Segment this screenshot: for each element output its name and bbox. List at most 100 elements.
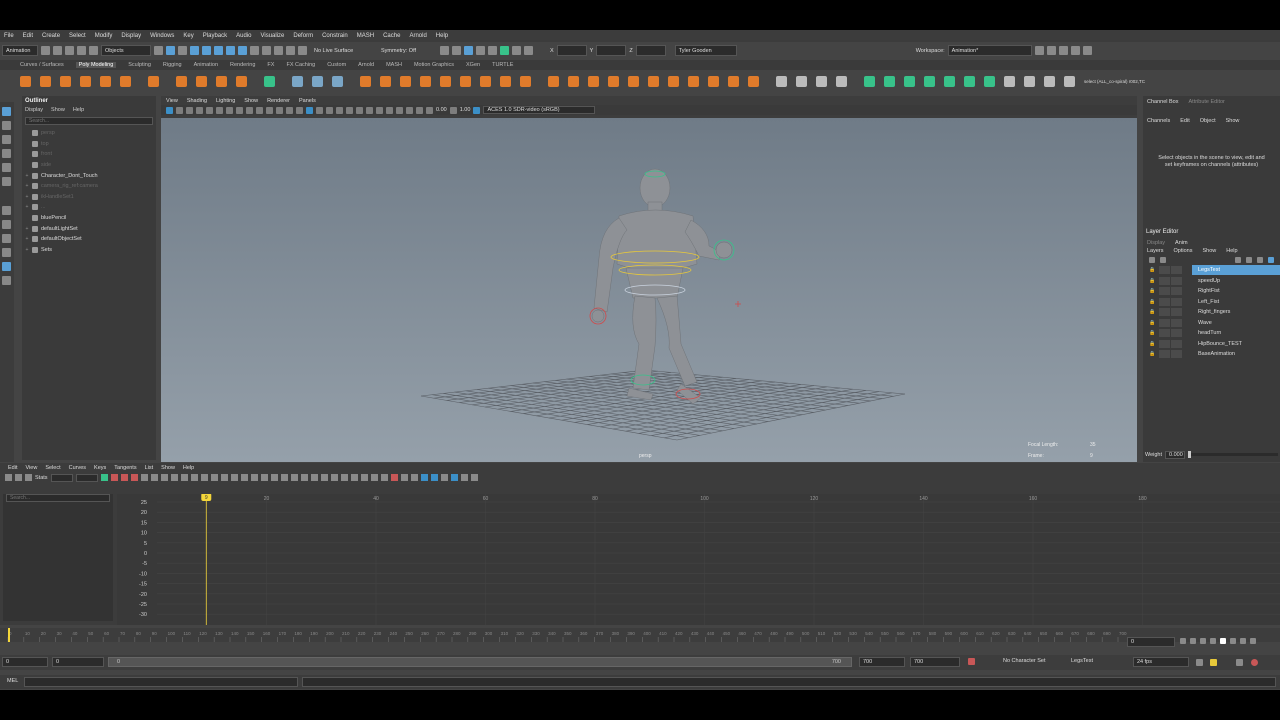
expand-toggle[interactable]: +: [22, 183, 32, 189]
stats-field[interactable]: [75, 473, 98, 482]
crease-icon[interactable]: [648, 75, 659, 87]
mute-toggle[interactable]: [1171, 350, 1182, 359]
menu-display[interactable]: Display: [121, 33, 141, 39]
scale-tool-icon[interactable]: [2, 177, 11, 186]
tangent-auto-icon[interactable]: [140, 474, 148, 481]
menu-help[interactable]: Help: [436, 33, 448, 39]
graph-editor-search-input[interactable]: Search...: [6, 494, 110, 502]
tab-attribute-editor[interactable]: Attribute Editor: [1189, 99, 1225, 105]
mute-toggle[interactable]: [1171, 297, 1182, 306]
history-icon[interactable]: [440, 46, 449, 55]
shadows-icon[interactable]: [346, 106, 353, 114]
go-to-start-icon[interactable]: [1180, 638, 1186, 644]
tangent-step-icon[interactable]: [190, 474, 198, 481]
custom-shelf-icon[interactable]: [904, 75, 915, 87]
outliner-item[interactable]: +...: [22, 202, 156, 213]
smooth-shade-icon[interactable]: [306, 106, 313, 114]
move-key-icon[interactable]: [5, 474, 12, 481]
solo-toggle[interactable]: [1159, 266, 1170, 275]
graph-menu-list[interactable]: List: [145, 465, 154, 471]
poly-plane-icon[interactable]: [100, 75, 111, 87]
script-shelf-icon[interactable]: [1044, 75, 1055, 87]
mute-toggle[interactable]: [1171, 287, 1182, 296]
custom-shelf-icon[interactable]: [944, 75, 955, 87]
ambient-occlusion-icon[interactable]: [356, 106, 363, 114]
target-weld-icon[interactable]: [548, 75, 559, 87]
weighted-tangent-icon[interactable]: [250, 474, 258, 481]
selection-mask-icon[interactable]: [226, 46, 235, 55]
lock-icon[interactable]: 🔒: [1149, 351, 1155, 357]
shelf-tab[interactable]: XGen: [466, 62, 480, 68]
record-icon[interactable]: [1251, 659, 1258, 666]
expand-toggle[interactable]: +: [22, 204, 32, 210]
safe-title-icon[interactable]: [286, 106, 293, 114]
curve-ops-icon[interactable]: [280, 474, 288, 481]
graph-menu-keys[interactable]: Keys: [94, 465, 106, 471]
solo-toggle[interactable]: [1159, 339, 1170, 348]
anim-layer-row[interactable]: 🔒 BaseAnimation: [1143, 349, 1280, 360]
new-scene-icon[interactable]: [41, 46, 50, 55]
graph-menu-edit[interactable]: Edit: [8, 465, 17, 471]
undo-icon[interactable]: [77, 46, 86, 55]
lock-icon[interactable]: 🔒: [1149, 267, 1155, 273]
outliner-menu-item[interactable]: Show: [51, 107, 65, 113]
anim-layer-row[interactable]: 🔒 Left_Fist: [1143, 297, 1280, 308]
poly-disc-icon[interactable]: [148, 75, 159, 87]
bookmark-icon[interactable]: [186, 106, 193, 114]
free-tangent-icon[interactable]: [230, 474, 238, 481]
edge-flow-icon[interactable]: [608, 75, 619, 87]
textured-icon[interactable]: [326, 106, 333, 114]
curve-ops-icon[interactable]: [440, 474, 448, 481]
insert-key-icon[interactable]: [15, 474, 22, 481]
shelf-tab[interactable]: Poly Modeling: [75, 62, 117, 68]
paint-select-icon[interactable]: [2, 135, 11, 144]
layout-outliner-icon[interactable]: [2, 262, 11, 271]
expand-toggle[interactable]: +: [22, 194, 32, 200]
frame-all-icon[interactable]: [100, 474, 108, 481]
buffer-curve-icon[interactable]: [260, 474, 268, 481]
offset-loop-icon[interactable]: [588, 75, 599, 87]
swap-buffer-icon[interactable]: [270, 474, 278, 481]
lock-icon[interactable]: 🔒: [1149, 288, 1155, 294]
layer-key-icon[interactable]: [1246, 257, 1252, 263]
menu-file[interactable]: File: [4, 33, 14, 39]
outliner-item[interactable]: persp: [22, 128, 156, 139]
custom-shelf-icon[interactable]: [884, 75, 895, 87]
layer-editor-menu-item[interactable]: Help: [1226, 248, 1237, 254]
lock-tangent-icon[interactable]: [240, 474, 248, 481]
layer-zero-key-icon[interactable]: [1235, 257, 1241, 263]
exposure-icon[interactable]: [426, 106, 433, 114]
menuset-dropdown[interactable]: Animation: [2, 45, 38, 56]
shelf-tab[interactable]: Custom: [327, 62, 346, 68]
break-tangent-icon[interactable]: [210, 474, 218, 481]
snap-grid-icon[interactable]: [250, 46, 259, 55]
make-live-icon[interactable]: [298, 46, 307, 55]
dope-sheet-icon[interactable]: [390, 474, 398, 481]
stats-field[interactable]: [50, 473, 73, 482]
curve-ops-icon[interactable]: [320, 474, 328, 481]
selection-mask-icon[interactable]: [190, 46, 199, 55]
step-back-key-icon[interactable]: [1190, 638, 1196, 644]
audio-icon[interactable]: [1236, 659, 1243, 666]
expand-toggle[interactable]: +: [22, 236, 32, 242]
ipr-render-icon[interactable]: [464, 46, 473, 55]
menu-select[interactable]: Select: [69, 33, 86, 39]
type-icon[interactable]: [264, 75, 275, 87]
curve-ops-icon[interactable]: [330, 474, 338, 481]
auto-key-icon[interactable]: [968, 658, 975, 665]
selection-mask-icon[interactable]: [214, 46, 223, 55]
menu-playback[interactable]: Playback: [203, 33, 227, 39]
loop-icon[interactable]: [1196, 659, 1203, 666]
curve-ops-icon[interactable]: [470, 474, 478, 481]
curve-ops-icon[interactable]: [400, 474, 408, 481]
image-plane-icon[interactable]: [196, 106, 203, 114]
menu-create[interactable]: Create: [42, 33, 60, 39]
shelf-tab[interactable]: Rigging: [163, 62, 182, 68]
insert-loop-icon[interactable]: [568, 75, 579, 87]
range-slider[interactable]: 0 700: [108, 657, 852, 667]
graph-menu-curves[interactable]: Curves: [69, 465, 86, 471]
anim-layer-row[interactable]: 🔒 speedUp: [1143, 276, 1280, 287]
custom-shelf-icon[interactable]: [984, 75, 995, 87]
tangent-linear-icon[interactable]: [170, 474, 178, 481]
lock-icon[interactable]: 🔒: [1149, 309, 1155, 315]
